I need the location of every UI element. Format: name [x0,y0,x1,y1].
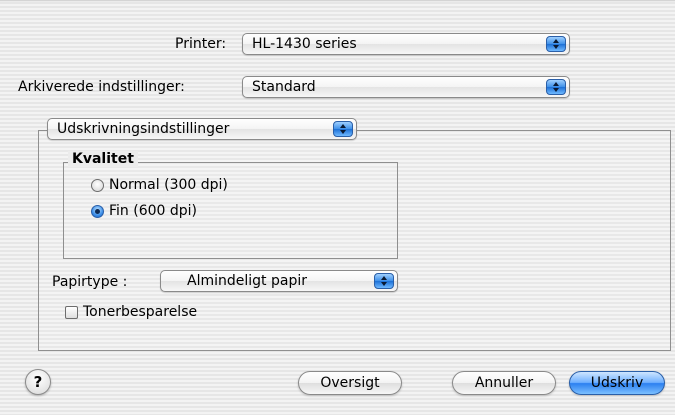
toner-save-checkbox[interactable] [65,305,78,319]
cancel-button[interactable]: Annuller [452,371,556,395]
up-down-arrows-icon [374,273,394,289]
up-down-arrows-icon [546,79,566,95]
presets-label: Arkiverede indstillinger: [18,79,185,95]
up-down-arrows-icon [546,36,566,52]
radio-button-selected[interactable] [91,204,104,218]
help-icon[interactable]: ? [25,369,51,395]
window-top-edge [0,0,675,2]
printer-label: Printer: [175,36,227,52]
paper-type-value: Almindeligt papir [187,273,307,289]
toner-save-label: Tonerbesparelse [83,304,198,320]
toner-save-option[interactable]: Tonerbesparelse [65,304,197,320]
quality-option-normal[interactable]: Normal (300 dpi) [91,177,228,193]
printer-popup-value: HL-1430 series [252,36,357,52]
radio-button[interactable] [91,178,104,192]
preview-button[interactable]: Oversigt [298,371,402,395]
panel-selector-popup[interactable]: Udskrivningsindstillinger [47,118,357,140]
presets-popup-value: Standard [252,79,316,95]
paper-type-label: Papirtype : [52,274,128,290]
panel-selector-value: Udskrivningsindstillinger [57,121,230,137]
quality-option-fine[interactable]: Fin (600 dpi) [91,203,197,219]
up-down-arrows-icon [333,121,353,137]
paper-type-popup[interactable]: Almindeligt papir [160,270,398,292]
print-button[interactable]: Udskriv [569,371,665,395]
presets-popup[interactable]: Standard [242,76,570,98]
quality-legend: Kvalitet [68,151,138,167]
quality-option-label: Normal (300 dpi) [109,177,228,193]
printer-popup[interactable]: HL-1430 series [242,33,570,55]
quality-option-label: Fin (600 dpi) [109,203,198,219]
